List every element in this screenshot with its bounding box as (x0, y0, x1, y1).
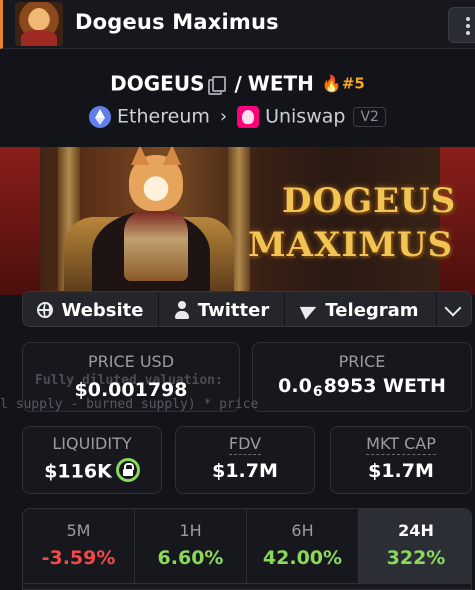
token-title: Dogeus Maximus (75, 10, 279, 34)
tabs-divider (23, 583, 471, 584)
mktcap-box[interactable]: MKT CAP $1.7M (330, 426, 472, 494)
chevron-right-icon: › (219, 106, 228, 127)
telegram-button[interactable]: Telegram (285, 292, 437, 326)
ethereum-icon (89, 105, 112, 128)
tab-1h[interactable]: 1H 6.60% (135, 509, 247, 583)
banner-dog-ear (163, 147, 181, 165)
banner-curtain (440, 147, 475, 295)
banner-logo-line1: DOGEUS (282, 181, 457, 221)
token-header: Dogeus Maximus (0, 0, 475, 49)
social-links-bar: Website Twitter Telegram (22, 291, 472, 327)
more-dot-icon (466, 24, 470, 28)
fdv-value: $1.7M (212, 460, 278, 482)
more-menu-button[interactable] (448, 7, 475, 43)
lock-icon[interactable] (115, 458, 140, 482)
banner-dog-head (129, 147, 183, 211)
trending-rank[interactable]: #5 (342, 75, 365, 93)
tab-24h-label: 24H (398, 521, 434, 540)
price-native-value: 0.068953 WETH (253, 375, 471, 400)
price-native-box: PRICE 0.068953 WETH (252, 342, 472, 412)
banner-armor (124, 211, 188, 281)
more-dot-icon (466, 17, 470, 21)
liquidity-value: $116K (44, 460, 112, 483)
tab-24h[interactable]: 24H 322% (359, 509, 471, 583)
price-native-label: PRICE (338, 352, 386, 371)
price-usd-label: PRICE USD (87, 352, 175, 371)
pair-separator: / (234, 71, 242, 96)
tab-5m-change: -3.59% (41, 547, 116, 569)
tab-6h[interactable]: 6H 42.00% (247, 509, 359, 583)
dex-version-badge: V2 (353, 106, 386, 127)
liquidity-box: LIQUIDITY $116K (22, 426, 162, 494)
website-label: Website (61, 299, 144, 321)
tab-5m-label: 5M (66, 521, 91, 540)
twitter-label: Twitter (197, 299, 270, 321)
avatar-dog-face (29, 8, 49, 30)
price-prefix: 0.0 (278, 375, 312, 397)
mktcap-value: $1.7M (368, 460, 434, 482)
chain-name[interactable]: Ethereum (117, 106, 210, 128)
banner-curtain (0, 147, 40, 295)
pair-line: DOGEUS / WETH 🔥#5 (0, 70, 475, 96)
liquidity-label: LIQUIDITY (52, 434, 132, 453)
liquidity-value-row: $116K (23, 458, 161, 484)
uniswap-icon (237, 105, 260, 128)
quote-symbol: WETH (247, 71, 314, 96)
mktcap-label: MKT CAP (366, 434, 436, 455)
mktcap-label-wrap: MKT CAP (331, 434, 471, 455)
avatar-robe (21, 30, 57, 46)
copy-icon[interactable] (208, 75, 227, 95)
fdv-label: FDV (228, 434, 262, 455)
globe-icon (37, 302, 54, 318)
chevron-down-icon[interactable] (435, 292, 471, 326)
tab-24h-change: 322% (386, 547, 446, 569)
twitter-button[interactable]: Twitter (159, 292, 285, 326)
telegram-label: Telegram (325, 299, 419, 321)
tab-6h-label: 6H (291, 521, 314, 540)
tab-1h-change: 6.60% (157, 547, 224, 569)
token-avatar (15, 2, 63, 46)
token-banner-image: DOGEUS MAXIMUS (0, 147, 475, 295)
flame-icon: 🔥 (321, 74, 342, 93)
tab-5m[interactable]: 5M -3.59% (23, 509, 135, 583)
fdv-formula-text: l supply - burned supply) * price (0, 397, 259, 412)
dex-name[interactable]: Uniswap (265, 106, 345, 128)
more-dot-icon (466, 31, 470, 35)
tab-1h-label: 1H (179, 521, 202, 540)
website-button[interactable]: Website (23, 292, 159, 326)
send-icon (300, 300, 320, 320)
tab-6h-change: 42.00% (262, 547, 343, 569)
chain-dex-line: Ethereum › Uniswap V2 (0, 105, 475, 128)
user-icon (174, 301, 190, 319)
fdv-box[interactable]: FDV $1.7M (175, 426, 315, 494)
price-rest: 8953 WETH (323, 375, 446, 397)
base-symbol: DOGEUS (110, 71, 205, 96)
fdv-label-wrap: FDV (176, 434, 314, 455)
banner-logo-line2: MAXIMUS (248, 225, 454, 265)
banner-dog-ear (131, 147, 149, 165)
price-zero-count: 6 (312, 384, 323, 400)
timeframe-tabs: 5M -3.59% 1H 6.60% 6H 42.00% 24H 322% (22, 508, 472, 590)
